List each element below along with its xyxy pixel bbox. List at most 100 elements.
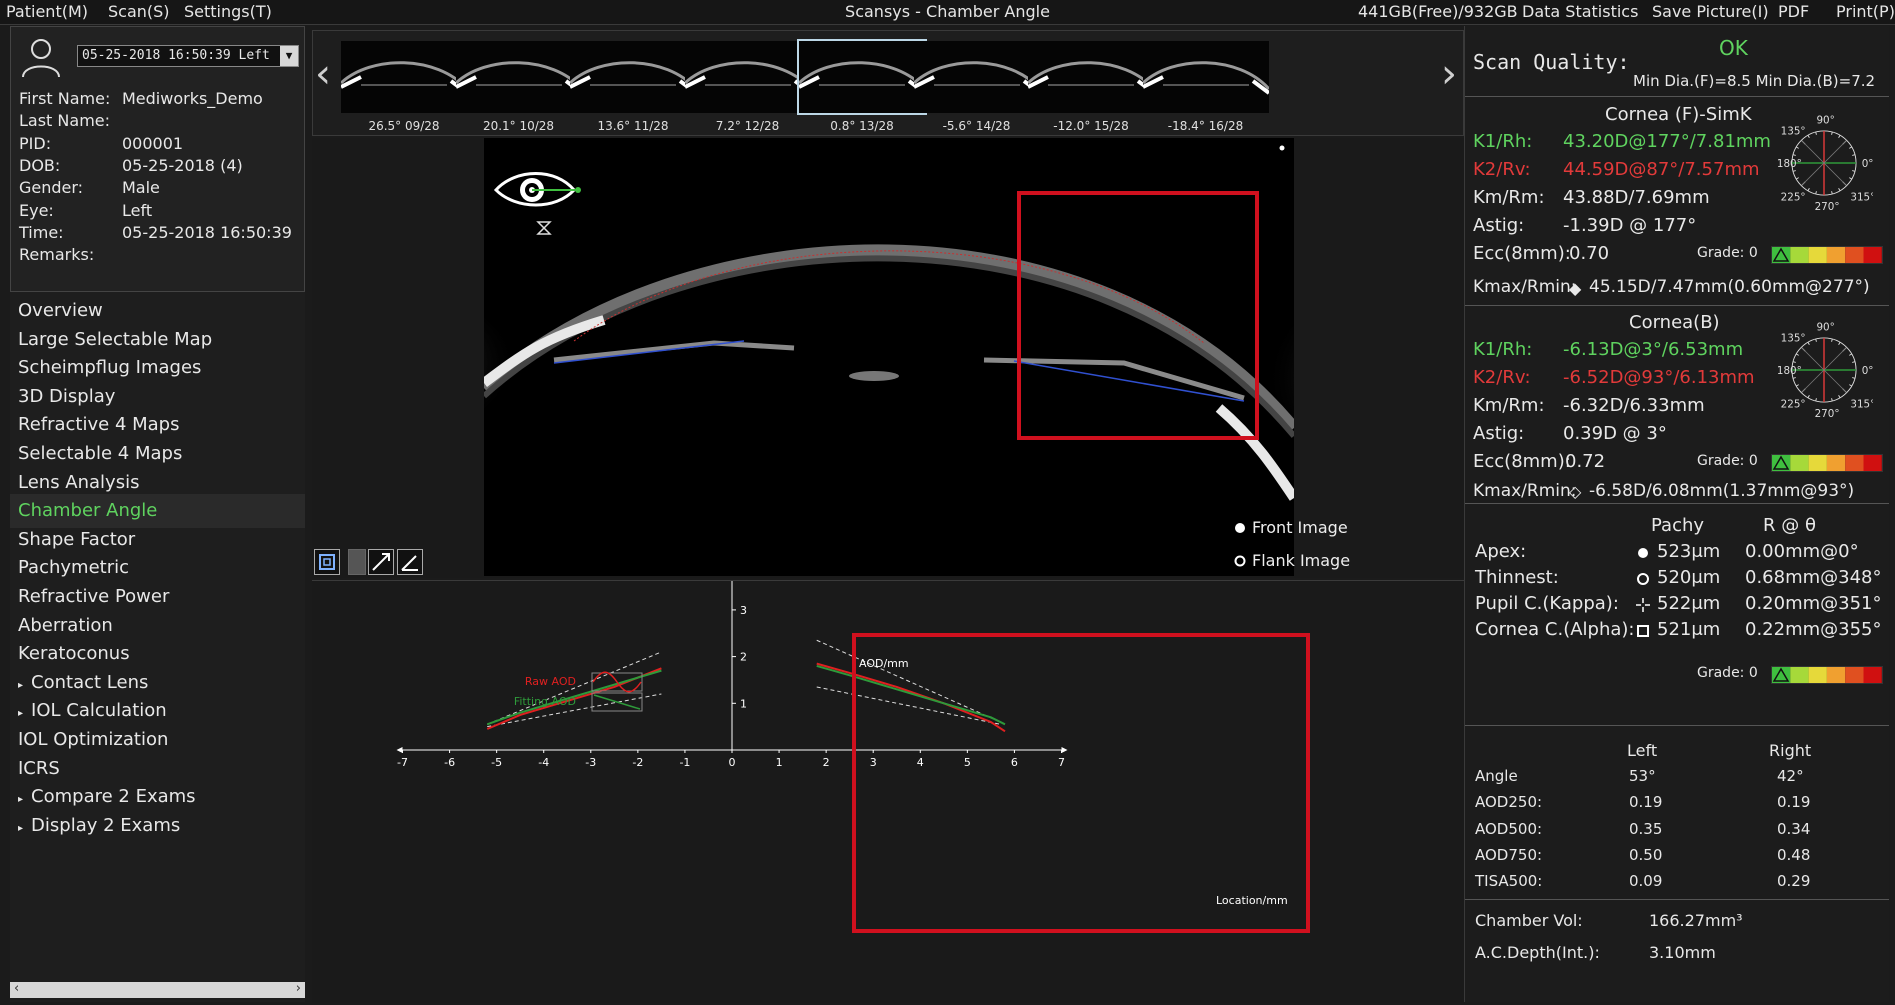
cf-k2-value: 44.59D@87°/7.57mm [1563, 159, 1760, 180]
menu-patient[interactable]: Patient(M) [6, 2, 88, 21]
chamber-section: Chamber Vol: 166.27mm³ A.C.Depth(Int.): … [1465, 901, 1889, 1001]
nav-item-label: Lens Analysis [18, 471, 140, 493]
data-statistics-button[interactable]: Data Statistics [1522, 2, 1638, 21]
nav-item-label: 3D Display [18, 385, 116, 407]
measure-line-button[interactable] [368, 549, 394, 575]
scan-thumbnail[interactable] [570, 41, 696, 113]
scan-thumbnail[interactable] [913, 41, 1040, 113]
pachy-row-r: 0.68mm@348° [1745, 567, 1882, 588]
nav-item-label: IOL Calculation [31, 700, 167, 722]
angle-row-left: 0.35 [1629, 819, 1663, 838]
r-theta-col-header: R @ θ [1763, 515, 1816, 536]
scan-thumbnail-image [1028, 61, 1154, 95]
save-picture-button[interactable]: Save Picture(I) [1652, 2, 1769, 21]
pachy-row-r: 0.00mm@0° [1745, 541, 1859, 562]
scan-thumbnail[interactable] [1142, 41, 1269, 113]
scheimpflug-image[interactable] [374, 138, 1409, 576]
compass-label: 315° [1850, 399, 1873, 411]
compass-label: 0° [1862, 158, 1873, 170]
horizontal-scrollbar[interactable]: ‹ › [10, 981, 305, 998]
pachy-row-value: 523μm [1657, 541, 1721, 562]
cornea-front-title: Cornea (F)-SimK [1605, 104, 1752, 125]
patient-row-label: First Name: [19, 89, 111, 108]
pachy-col-header: Pachy [1651, 515, 1705, 536]
scan-thumbnail-image [1142, 61, 1269, 95]
cb-km-label: Km/Rm: [1473, 395, 1545, 416]
exam-select[interactable]: 05-25-2018 16:50:39 Left ▼ [77, 45, 299, 67]
cf-k1-label: K1/Rh: [1473, 131, 1533, 152]
patient-row-value: 000001 [122, 133, 184, 153]
expand-triangle-icon[interactable]: ▸ [18, 812, 23, 846]
cb-km-value: -6.32D/6.33mm [1563, 395, 1705, 416]
angle-table-section: Left Right Angle 53° 42° AOD250: 0.19 0.19 AOD… [1465, 727, 1889, 900]
front-image-radio[interactable]: Front Image [1234, 518, 1348, 537]
scan-thumbnail[interactable] [341, 41, 467, 113]
scan-quality-status: OK [1719, 36, 1748, 60]
chevron-left-icon[interactable]: ‹ [14, 981, 19, 996]
pachy-row-value: 521μm [1657, 619, 1721, 640]
flank-image-radio[interactable]: Flank Image [1234, 551, 1350, 570]
compass-label: 90° [1816, 321, 1834, 333]
menu-settings[interactable]: Settings(T) [184, 2, 272, 21]
chevron-right-icon[interactable]: › [296, 981, 301, 996]
cf-axis-compass: 90° 135° 180° 225° 270° 315° 0° [1775, 114, 1875, 213]
angle-row-label: TISA500: [1475, 872, 1543, 891]
patient-row: DOB: 05-25-2018 (4) [19, 156, 243, 175]
menu-scan[interactable]: Scan(S) [108, 2, 170, 21]
nav-item-label: Compare 2 Exams [31, 786, 196, 808]
scan-thumbnail[interactable] [455, 41, 582, 113]
nav-item-label: Large Selectable Map [18, 328, 213, 350]
compass-label: 0° [1862, 365, 1873, 377]
pachy-row-value: 520μm [1657, 567, 1721, 588]
chamber-vol-label: Chamber Vol: [1475, 911, 1583, 930]
x-tick-label: -7 [397, 756, 408, 769]
x-tick-label: 0 [729, 756, 736, 769]
angle-row-label: AOD250: [1475, 793, 1543, 812]
pdf-button[interactable]: PDF [1778, 2, 1809, 21]
x-tick-label: -2 [632, 756, 643, 769]
pupil-center-icon [1636, 598, 1650, 612]
cornea-back-section: Cornea(B) K1/Rh: -6.13D@3°/6.53mm K2/Rv:… [1465, 307, 1889, 504]
y-tick-label: 2 [740, 651, 747, 664]
cf-k2-label: K2/Rv: [1473, 159, 1531, 180]
nav-item-label: Chamber Angle [18, 500, 158, 522]
nav-item-label: Scheimpflug Images [18, 357, 202, 379]
patient-row-value: Mediworks_Demo [122, 89, 263, 108]
cf-kmax-label: Kmax/Rmin: [1473, 277, 1577, 297]
pattern-tool-button[interactable] [348, 549, 366, 575]
next-arrow-icon[interactable]: › [1441, 51, 1457, 97]
confidence-bound-line [816, 639, 1001, 723]
nav-item-label: Refractive Power [18, 586, 170, 607]
angle-row-left: 0.19 [1629, 793, 1663, 812]
scan-thumbnail[interactable] [684, 41, 811, 113]
patient-row-label: Eye: [19, 200, 54, 220]
pachy-row-value: 522μm [1657, 593, 1721, 614]
chevron-down-icon[interactable]: ▼ [280, 46, 298, 66]
chamber-vol-value: 166.27mm³ [1649, 911, 1743, 930]
y-tick-label: 1 [740, 697, 747, 710]
aod-chart: -7-6-5-4-3-2-1012345671234 Raw AOD Fitti… [396, 547, 1310, 933]
cb-axis-compass: 90° 135° 180° 225° 270° 315° 0° [1775, 321, 1875, 420]
scan-thumbnail-image [799, 61, 925, 95]
x-tick-label: -5 [491, 756, 502, 769]
apex-marker-icon [1638, 548, 1648, 558]
angle-row-label: AOD500: [1475, 819, 1543, 838]
cornea-center-icon [1637, 625, 1649, 637]
fit-view-button[interactable] [314, 549, 340, 575]
patient-row: First Name: Mediworks_Demo [19, 89, 263, 108]
prev-arrow-icon[interactable]: ‹ [315, 51, 331, 97]
radio-filled-icon [1235, 523, 1245, 533]
scan-thumbnail[interactable] [797, 39, 927, 115]
x-tick-label: 4 [917, 756, 924, 769]
nav-item-display-2-exams[interactable]: ▸ Display 2 Exams [10, 809, 305, 843]
cb-grade-label: Grade: 0 [1697, 453, 1758, 469]
cb-kmax-label: Kmax/Rmin: [1473, 481, 1577, 501]
print-button[interactable]: Print(P) [1836, 2, 1895, 21]
measure-angle-button[interactable] [397, 549, 423, 575]
aod-chart-panel: -7-6-5-4-3-2-1012345671234 Raw AOD Fitti… [312, 547, 1464, 1003]
angle-row-label: AOD750: [1475, 845, 1543, 864]
nav-item-label: Keratoconus [18, 643, 130, 665]
diamond-filled-icon: ◆ [1569, 279, 1582, 298]
compass-label: 270° [1815, 408, 1840, 419]
scan-thumbnail[interactable] [1028, 41, 1154, 113]
